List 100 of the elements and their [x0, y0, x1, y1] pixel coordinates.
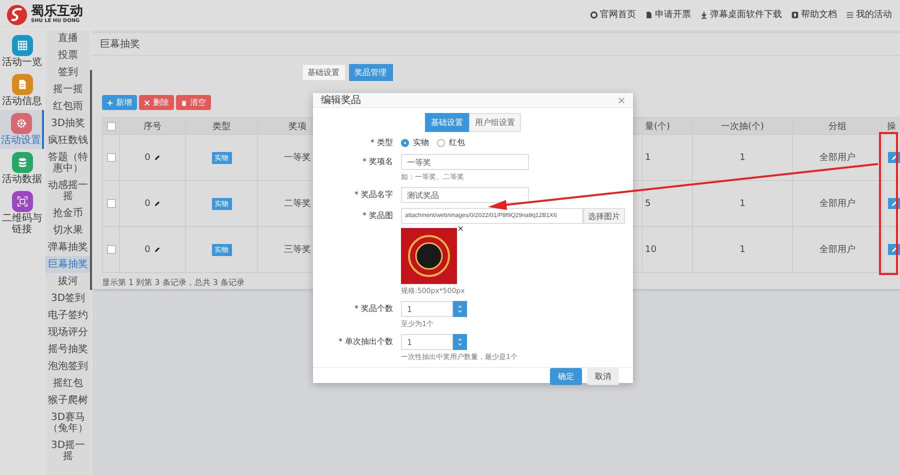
submenu-item[interactable]: 抢金币	[45, 205, 91, 222]
submenu-item[interactable]: 摇一摇	[45, 81, 91, 98]
radio-button[interactable]	[401, 138, 409, 146]
close-icon	[144, 100, 150, 106]
spinner-button[interactable]	[453, 301, 467, 317]
help-icon	[791, 10, 799, 18]
submenu-item[interactable]: 红包雨	[45, 98, 91, 115]
sidebar-item[interactable]: 活动一览	[0, 32, 44, 71]
tab[interactable]: 基础设置	[302, 64, 346, 81]
spinner-button[interactable]	[453, 334, 467, 350]
table-cell: 0	[144, 198, 150, 208]
pencil-icon	[891, 246, 897, 252]
column-header: 序号	[119, 118, 185, 134]
checkbox[interactable]	[106, 199, 116, 208]
header-link[interactable]: 我的活动	[846, 8, 892, 21]
field-label: * 奖项名	[361, 156, 394, 168]
submenu-item[interactable]: 拔河	[45, 273, 91, 290]
scrollbar[interactable]	[90, 70, 92, 290]
header-link[interactable]: 弹幕桌面软件下载	[700, 8, 782, 21]
clear-button[interactable]: 清空	[176, 95, 211, 110]
table-cell-text: 三等奖	[284, 244, 311, 256]
header-link[interactable]: 申请开票	[645, 8, 691, 21]
field-label: * 类型	[369, 137, 394, 149]
table-cell: 1	[740, 244, 746, 254]
submenu-item[interactable]: 答题（特惠中）	[45, 149, 91, 177]
header-link[interactable]: 帮助文档	[791, 8, 837, 21]
field-label: * 单次抽出个数	[337, 336, 394, 348]
table-cell-text: 全部用户	[820, 244, 856, 256]
cancel-button[interactable]: 取消	[587, 368, 619, 385]
submenu-item[interactable]: 投票	[45, 47, 91, 64]
up-down-arrows-icon	[457, 336, 463, 348]
field-label: * 奖品个数	[353, 303, 394, 315]
submenu-item[interactable]: 疯狂数钱	[45, 132, 91, 149]
text-input[interactable]: 测试奖品	[401, 187, 529, 203]
checkbox[interactable]	[106, 245, 116, 254]
submenu-item[interactable]: 摇号抽奖	[45, 341, 91, 358]
list-icon	[846, 10, 854, 18]
table-cell: 1	[740, 198, 746, 208]
plus-icon	[107, 100, 113, 106]
table-cell: 1	[740, 152, 746, 162]
submenu-item[interactable]: 弹幕抽奖	[45, 239, 91, 256]
submenu-item[interactable]: 泡泡签到	[45, 358, 91, 375]
table-cell-text: 一等奖	[284, 152, 311, 164]
submenu-item[interactable]: 3D摇一摇	[45, 437, 91, 465]
sidebar-item[interactable]: 活动数据	[0, 149, 44, 188]
number-input[interactable]: 1	[401, 334, 453, 350]
submenu-item[interactable]: 猴子爬树	[45, 392, 91, 409]
table-cell: 0	[144, 244, 150, 254]
delete-button[interactable]: 删除	[139, 95, 174, 110]
logo-icon	[6, 4, 28, 26]
tab[interactable]: 用户组设置	[469, 113, 521, 132]
submenu-item[interactable]: 直播	[45, 30, 91, 47]
number-input[interactable]: 1	[401, 301, 453, 317]
pencil-icon	[891, 154, 897, 160]
column-header: 量(个)	[642, 118, 692, 134]
table-cell-text: 全部用户	[820, 152, 856, 164]
table-cell: 5	[645, 198, 651, 208]
submenu-item[interactable]: 切水果	[45, 222, 91, 239]
panel-title: 巨幕抽奖	[100, 38, 140, 51]
text-input[interactable]: 一等奖	[401, 154, 529, 170]
sidebar-item[interactable]: 二维码与链接	[0, 188, 44, 238]
select-image-button[interactable]: 选择图片	[583, 208, 625, 224]
pencil-icon[interactable]	[154, 246, 160, 252]
checkbox[interactable]	[106, 122, 116, 130]
column-header: 一次抽(个)	[692, 118, 792, 134]
up-down-arrows-icon	[457, 303, 463, 315]
pencil-icon[interactable]	[154, 154, 160, 160]
submenu-item[interactable]: 3D抽奖	[45, 115, 91, 132]
table-summary: 显示第 1 到第 3 条记录，总共 3 条记录	[102, 278, 245, 287]
submenu-item[interactable]: 摇红包	[45, 375, 91, 392]
pencil-icon[interactable]	[154, 200, 160, 206]
table-cell-text: 全部用户	[820, 198, 856, 210]
download-icon	[700, 10, 708, 18]
table-cell: 0	[144, 152, 150, 162]
header-link[interactable]: 官网首页	[590, 8, 636, 21]
submenu-item[interactable]: 3D签到	[45, 290, 91, 307]
dialog-title: 编辑奖品	[321, 94, 361, 107]
radio-button[interactable]	[437, 138, 445, 146]
table-cell: 10	[645, 244, 656, 254]
table-cell-text: 二等奖	[284, 198, 311, 210]
sidebar-item[interactable]: 活动信息	[0, 71, 44, 110]
trash-icon	[181, 100, 187, 106]
radio-option[interactable]: 实物	[401, 137, 429, 148]
column-header: 操	[882, 118, 900, 134]
submenu-item[interactable]: 电子签约	[45, 307, 91, 324]
document-icon	[645, 10, 653, 18]
logo-text: 蜀乐互动	[31, 5, 83, 18]
submenu-item[interactable]: 签到	[45, 64, 91, 81]
submenu-item[interactable]: 现场评分	[45, 324, 91, 341]
checkbox[interactable]	[106, 153, 116, 162]
remove-image-button[interactable]: ×	[457, 225, 464, 233]
close-icon[interactable]	[618, 96, 625, 104]
field-label: * 奖品名字	[353, 189, 394, 201]
table-cell: 1	[645, 152, 651, 162]
submenu-item[interactable]: 动感摇一摇	[45, 177, 91, 205]
column-header: 类型	[185, 118, 257, 134]
radio-option[interactable]: 红包	[437, 137, 465, 148]
submenu-item[interactable]: 3D赛马（兔年）	[45, 409, 91, 437]
field-label: * 奖品图	[361, 210, 394, 222]
pencil-icon	[891, 200, 897, 206]
